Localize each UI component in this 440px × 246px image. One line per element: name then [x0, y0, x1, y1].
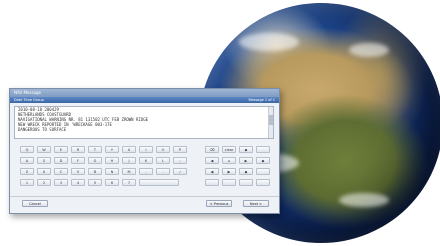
message-text-area[interactable]: 2010-08-18 200429 NETHERLANDS COASTGUARD… — [14, 106, 274, 139]
function-key[interactable] — [205, 179, 219, 186]
key[interactable]: R — [71, 146, 85, 153]
key[interactable]: C — [54, 168, 68, 175]
key[interactable]: , — [139, 168, 153, 175]
key[interactable]: 1 — [20, 179, 34, 186]
key[interactable]: X — [37, 168, 51, 175]
function-key[interactable] — [256, 168, 270, 175]
message-line: DANGEROUS TO SURFACE — [18, 127, 67, 132]
key[interactable]: ; — [173, 157, 187, 164]
key[interactable]: F — [71, 157, 85, 164]
key[interactable]: A — [20, 157, 34, 164]
cancel-button[interactable]: Cancel — [22, 200, 48, 207]
home-key[interactable]: ⌂ — [222, 157, 236, 164]
key[interactable]: U — [122, 146, 136, 153]
scrollbar-thumb[interactable] — [269, 115, 273, 125]
key[interactable]: 2 — [37, 179, 51, 186]
key[interactable]: Q — [20, 146, 34, 153]
arrow-left-key[interactable]: ◀ — [205, 168, 219, 175]
function-key[interactable] — [256, 179, 270, 186]
key[interactable]: M — [122, 168, 136, 175]
message-counter: Message 1 of 1 — [248, 98, 275, 102]
enter-key[interactable] — [256, 146, 270, 153]
key[interactable]: N — [105, 168, 119, 175]
window-subtitle-bar: Date Time Group Message 1 of 1 — [10, 97, 279, 103]
key[interactable]: 6 — [105, 179, 119, 186]
key[interactable]: O — [156, 146, 170, 153]
text-scrollbar[interactable] — [268, 107, 273, 138]
arrow-right-key[interactable]: ▶ — [222, 168, 236, 175]
key[interactable]: I — [139, 146, 153, 153]
key[interactable]: G — [88, 157, 102, 164]
space-key[interactable] — [139, 179, 179, 186]
key[interactable]: P — [173, 146, 187, 153]
key[interactable]: 7 — [122, 179, 136, 186]
window-subtitle: Date Time Group — [14, 98, 44, 102]
previous-button[interactable]: < Previous — [206, 200, 232, 207]
key[interactable]: T — [88, 146, 102, 153]
function-key[interactable] — [239, 179, 253, 186]
key[interactable]: J — [122, 157, 136, 164]
backspace-key[interactable]: ⌫ — [205, 146, 219, 153]
key[interactable]: B — [88, 168, 102, 175]
key[interactable]: K — [139, 157, 153, 164]
nav-message-window: NAV Message Date Time Group Message 1 of… — [9, 88, 280, 214]
key[interactable]: 4 — [71, 179, 85, 186]
diamond-key[interactable]: ◆ — [256, 157, 270, 164]
arrow-right-key[interactable]: ▶ — [239, 157, 253, 164]
arrow-left-key[interactable]: ◀ — [205, 157, 219, 164]
footer-divider — [10, 196, 279, 197]
key[interactable]: Y — [105, 146, 119, 153]
function-key[interactable] — [222, 179, 236, 186]
key[interactable]: Z — [20, 168, 34, 175]
key[interactable]: E — [54, 146, 68, 153]
key[interactable]: W — [37, 146, 51, 153]
key[interactable]: L — [156, 157, 170, 164]
key[interactable]: D — [54, 157, 68, 164]
key[interactable]: . — [156, 168, 170, 175]
diamond-key[interactable]: ◆ — [239, 146, 253, 153]
diamond-key[interactable]: ◆ — [239, 168, 253, 175]
key[interactable]: V — [71, 168, 85, 175]
window-title: NAV Message — [10, 89, 279, 97]
key[interactable]: 3 — [54, 179, 68, 186]
next-button[interactable]: Next > — [243, 200, 269, 207]
key[interactable]: H — [105, 157, 119, 164]
key[interactable]: 5 — [88, 179, 102, 186]
key[interactable]: S — [37, 157, 51, 164]
clear-key[interactable]: clear — [222, 146, 236, 153]
key[interactable]: / — [173, 168, 187, 175]
